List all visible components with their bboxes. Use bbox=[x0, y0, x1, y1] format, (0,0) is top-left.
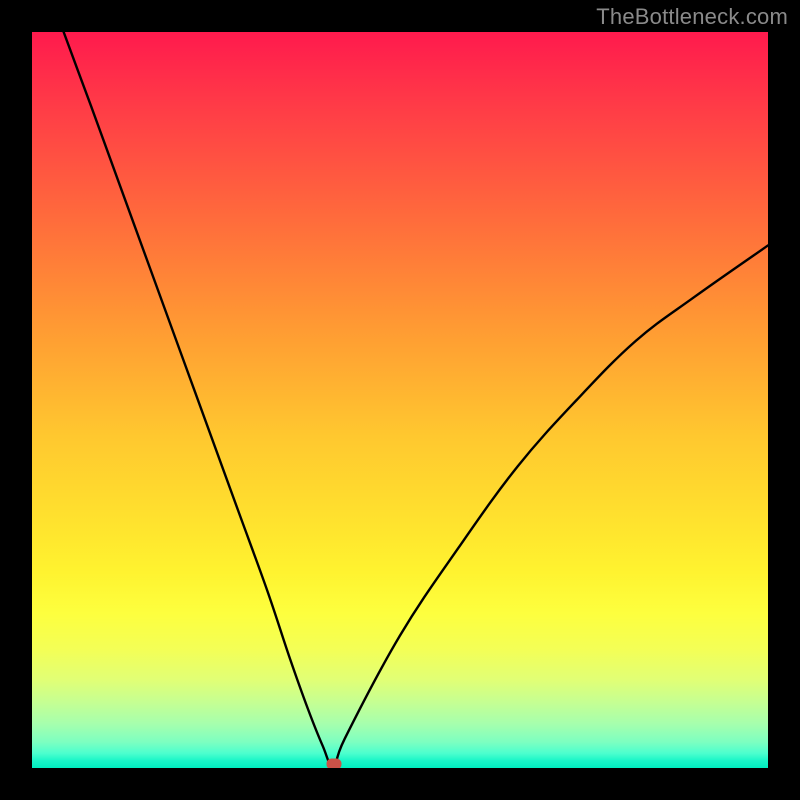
watermark-text: TheBottleneck.com bbox=[596, 4, 788, 30]
frame-left bbox=[0, 0, 32, 800]
background-gradient bbox=[32, 32, 768, 768]
plot-area bbox=[32, 32, 768, 768]
frame-bottom bbox=[0, 768, 800, 800]
optimal-point-marker bbox=[326, 758, 341, 768]
frame-right bbox=[768, 0, 800, 800]
